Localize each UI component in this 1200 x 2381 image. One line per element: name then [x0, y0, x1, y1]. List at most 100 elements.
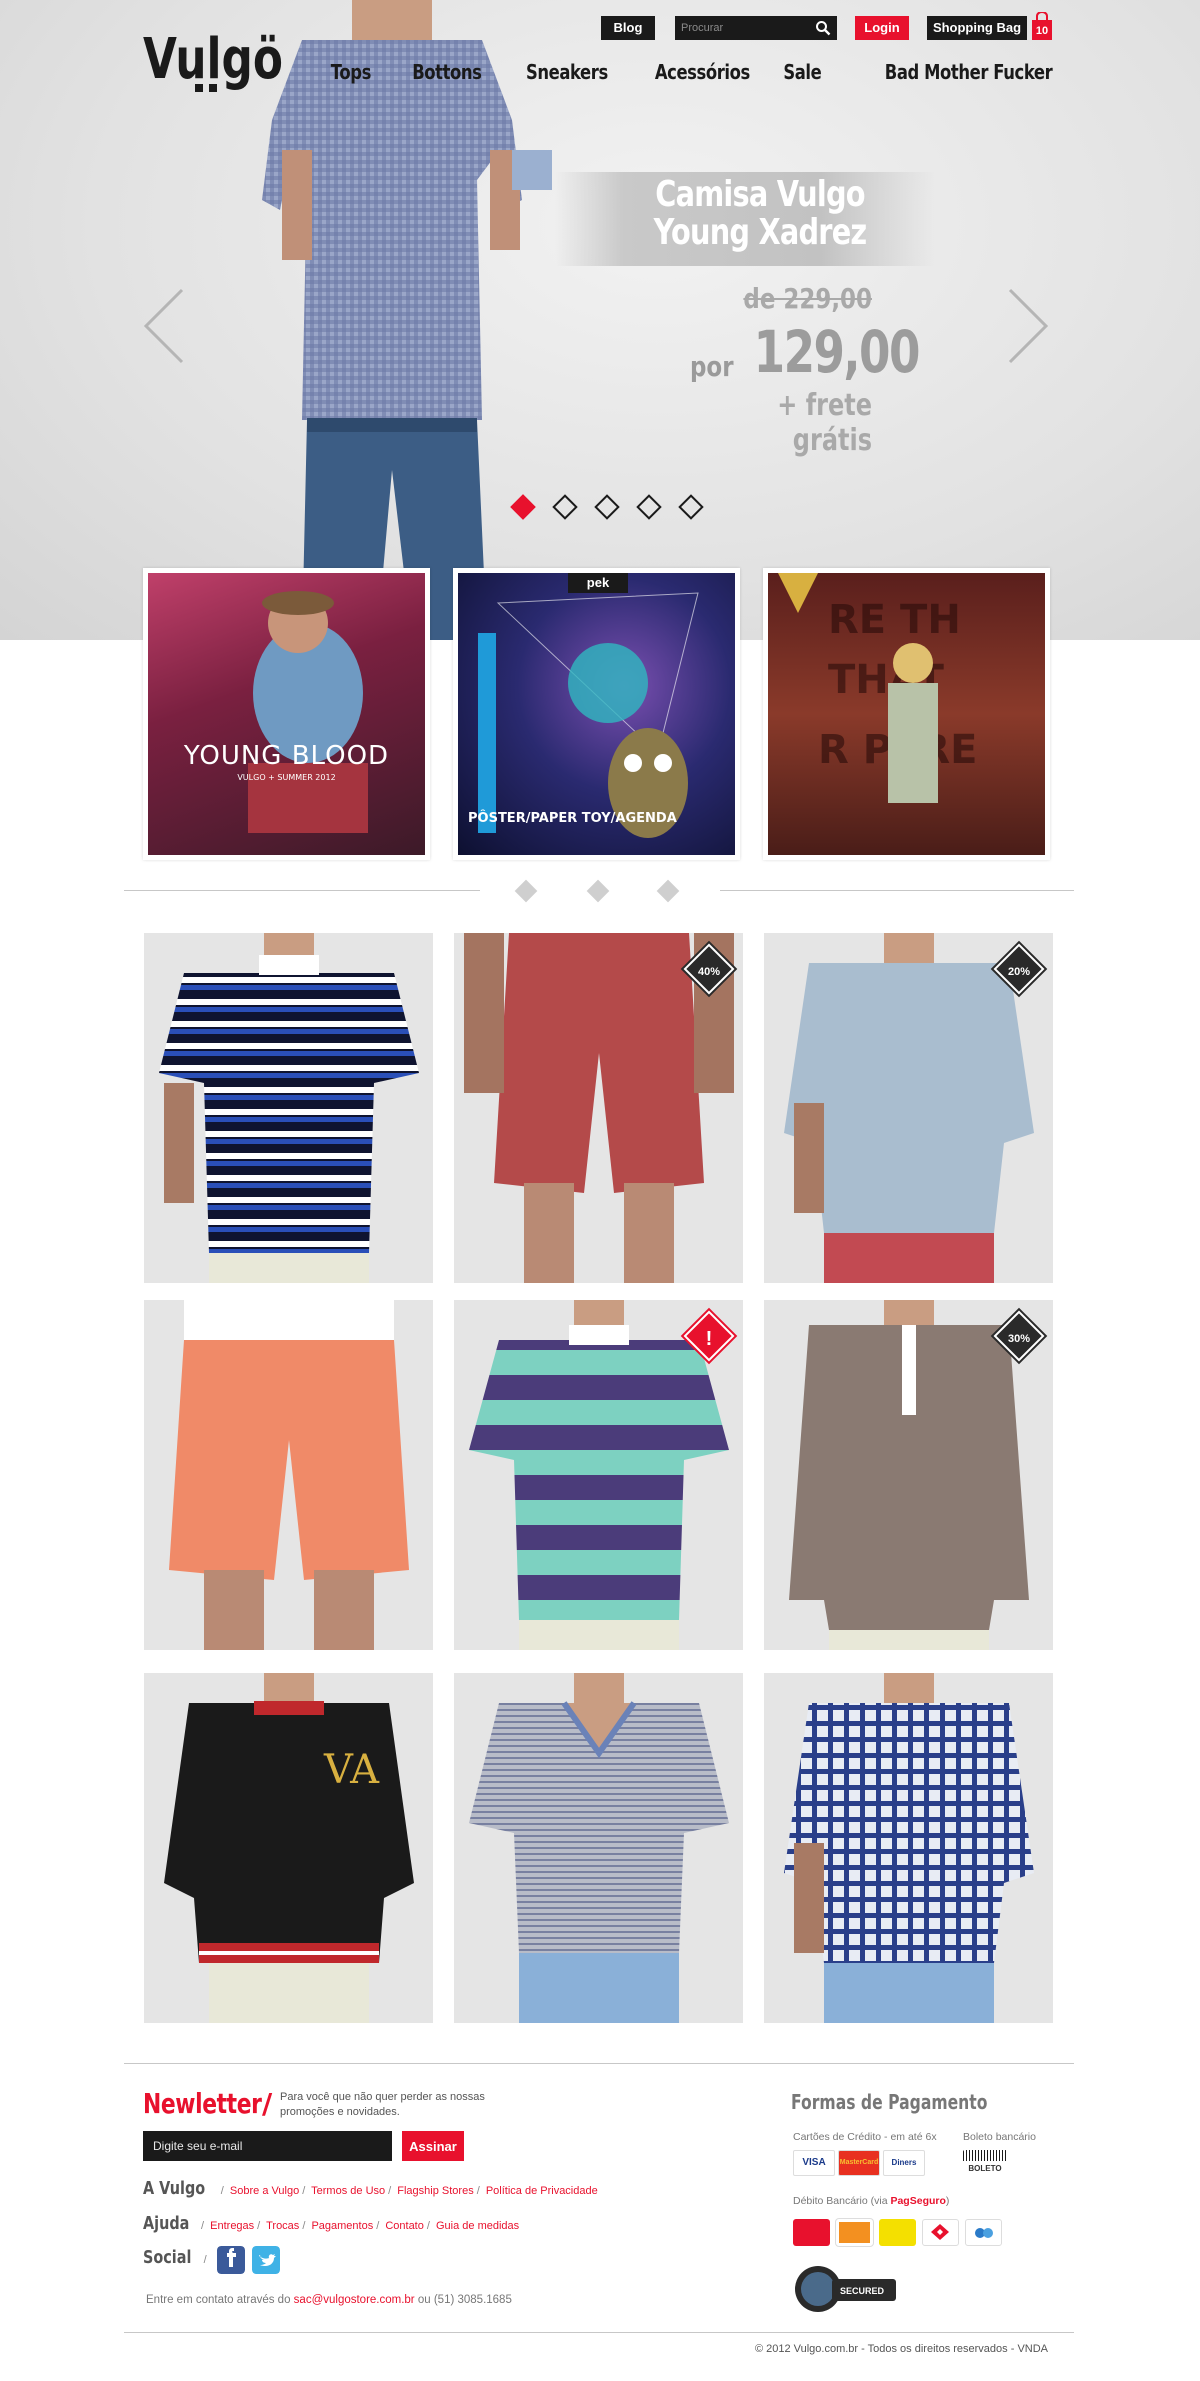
contact-email-link[interactable]: sac@vulgostore.com.br — [294, 2294, 415, 2306]
feature-image-young-blood: YOUNG BLOOD VULGO + SUMMER 2012 — [148, 573, 425, 855]
shopping-bag-icon[interactable]: 10 — [1031, 11, 1053, 40]
feature-tile-poster[interactable]: pek PÔSTER/PAPER TOY/AGENDA — [453, 568, 740, 860]
contact-prefix: Entre em contato através do — [146, 2294, 291, 2306]
bank-hsbc-icon — [922, 2219, 959, 2246]
slider-dot-2[interactable] — [552, 494, 578, 520]
footer-social-label: Social — [143, 2246, 192, 2268]
footer-divider — [124, 2063, 1074, 2064]
product-card[interactable]: 30% — [764, 1300, 1053, 1650]
slider-next-icon[interactable] — [1006, 286, 1050, 366]
bag-count: 10 — [1035, 25, 1049, 37]
svg-text:Vulgö: Vulgö — [143, 27, 283, 92]
nav-sneakers[interactable]: Sneakers — [526, 60, 608, 84]
contact-line: Entre em contato através do sac@vulgosto… — [146, 2294, 512, 2306]
link-pagamentos[interactable]: Pagamentos — [311, 2220, 373, 2232]
link-guia-medidas[interactable]: Guia de medidas — [436, 2220, 519, 2232]
slider-dot-5[interactable] — [678, 494, 704, 520]
slider-dot-3[interactable] — [594, 494, 620, 520]
link-contato[interactable]: Contato — [385, 2220, 424, 2232]
link-termos[interactable]: Termos de Uso — [311, 2185, 385, 2197]
young-blood-subtitle: VULGO + SUMMER 2012 — [237, 773, 336, 782]
shipping-note: + frete grátis — [777, 388, 872, 458]
newsletter-subtitle: Para você que não quer perder as nossas … — [280, 2091, 485, 2118]
poster-title: PÔSTER/PAPER TOY/AGENDA — [468, 811, 677, 826]
subscribe-button[interactable]: Assinar — [402, 2131, 464, 2161]
product-card[interactable] — [454, 1673, 743, 2023]
login-button[interactable]: Login — [855, 16, 909, 40]
footer-social: Social / — [143, 2246, 280, 2274]
slider-prev-icon[interactable] — [142, 286, 186, 366]
svg-text:SECURED: SECURED — [840, 2286, 885, 2296]
visa-icon: VISA — [793, 2150, 835, 2176]
footer-vulgo-label: A Vulgo — [143, 2178, 206, 2199]
nav-bottons[interactable]: Bottons — [412, 60, 482, 84]
product-image — [169, 1300, 409, 1650]
diners-icon: Diners — [883, 2150, 925, 2176]
poster-tag: pek — [586, 575, 610, 590]
feature-image-poster: pek PÔSTER/PAPER TOY/AGENDA — [458, 573, 735, 855]
nav-acessorios[interactable]: Acessórios — [654, 60, 749, 84]
slider-dot-1[interactable] — [510, 494, 536, 520]
link-privacidade[interactable]: Política de Privacidade — [486, 2185, 598, 2197]
product-card[interactable] — [764, 1673, 1053, 2023]
mastercard-icon: MasterCard — [838, 2150, 880, 2176]
godaddy-secured-icon[interactable]: SECURED — [792, 2263, 904, 2315]
product-image: VA — [164, 1673, 414, 2023]
nav-tops[interactable]: Tops — [331, 60, 372, 84]
price-old: de 229,00 — [743, 282, 872, 315]
credit-label: Cartões de Crédito - em até 6x — [793, 2131, 937, 2143]
young-blood-title: YOUNG BLOOD — [183, 741, 390, 771]
link-flagship[interactable]: Flagship Stores — [397, 2185, 473, 2197]
boleto-label: Boleto bancário — [963, 2131, 1036, 2143]
promo-title-line1: Camisa Vulgo — [655, 174, 865, 215]
vulgo-logo[interactable]: Vulgö — [143, 20, 283, 98]
feature-image-graffiti: RE TH THAT R PARE — [768, 573, 1045, 855]
boleto-icon: BOLETO — [963, 2150, 1007, 2176]
price-prefix: por — [690, 350, 734, 383]
nav-sale[interactable]: Sale — [784, 60, 822, 84]
product-card[interactable]: 20% — [764, 933, 1053, 1283]
link-entregas[interactable]: Entregas — [210, 2220, 254, 2232]
product-card[interactable]: VA — [144, 1673, 433, 2023]
product-card[interactable] — [144, 933, 433, 1283]
twitter-icon[interactable] — [251, 2246, 280, 2274]
hero-slider: Vulgö Blog Login Shopping Bag 10 Tops Bo… — [0, 0, 1200, 640]
newsletter-email-input[interactable] — [143, 2131, 392, 2161]
shopping-bag-button[interactable]: Shopping Bag — [927, 16, 1027, 40]
bank-bradesco-icon — [793, 2219, 830, 2246]
contact-suffix: ou (51) 3085.1685 — [417, 2294, 512, 2306]
search-icon[interactable] — [815, 20, 831, 36]
newsletter-title: Newletter — [143, 2087, 262, 2120]
page: Vulgö Blog Login Shopping Bag 10 Tops Bo… — [0, 0, 1200, 2381]
feature-tile-graffiti[interactable]: RE TH THAT R PARE — [763, 568, 1050, 860]
product-image — [469, 1673, 729, 2023]
blog-button[interactable]: Blog — [601, 16, 655, 40]
footer-links-ajuda: Ajuda / Entregas / Trocas / Pagamentos / Co… — [143, 2213, 520, 2234]
newsletter-slash: / — [262, 2087, 273, 2120]
price-new: 129,00 — [753, 318, 921, 386]
bank-banrisul-icon — [965, 2219, 1002, 2246]
debit-label: Débito Bancário (via PagSeguro) — [793, 2195, 950, 2207]
feature-tile-young-blood[interactable]: YOUNG BLOOD VULGO + SUMMER 2012 — [143, 568, 430, 860]
nav-bad-mother-fucker[interactable]: Bad Mother Fucker — [884, 60, 1052, 84]
link-trocas[interactable]: Trocas — [266, 2220, 299, 2232]
svg-text:VA: VA — [323, 1747, 380, 1793]
promo-title[interactable]: Camisa Vulgo Young Xadrez — [640, 176, 880, 252]
product-card[interactable] — [144, 1300, 433, 1650]
footer-links-vulgo: A Vulgo / Sobre a Vulgo / Termos de Uso / … — [143, 2178, 598, 2199]
search-box — [675, 16, 837, 40]
copyright: © 2012 Vulgo.com.br - Todos os direitos … — [124, 2332, 1074, 2355]
slider-dot-4[interactable] — [636, 494, 662, 520]
bank-bb-icon — [879, 2219, 916, 2246]
product-image — [784, 1673, 1034, 2023]
link-sobre[interactable]: Sobre a Vulgo — [230, 2185, 299, 2197]
product-card[interactable]: ! — [454, 1300, 743, 1650]
facebook-icon[interactable] — [216, 2246, 245, 2274]
slider-dots — [510, 494, 704, 520]
bank-itau-icon — [836, 2219, 873, 2246]
search-input[interactable] — [681, 19, 811, 37]
footer-ajuda-label: Ajuda — [143, 2213, 190, 2234]
product-card[interactable]: 40% — [454, 933, 743, 1283]
payment-title: Formas de Pagamento — [791, 2090, 988, 2114]
main-nav: Tops Bottons Sneakers Acessórios Sale Ba… — [296, 60, 1052, 84]
